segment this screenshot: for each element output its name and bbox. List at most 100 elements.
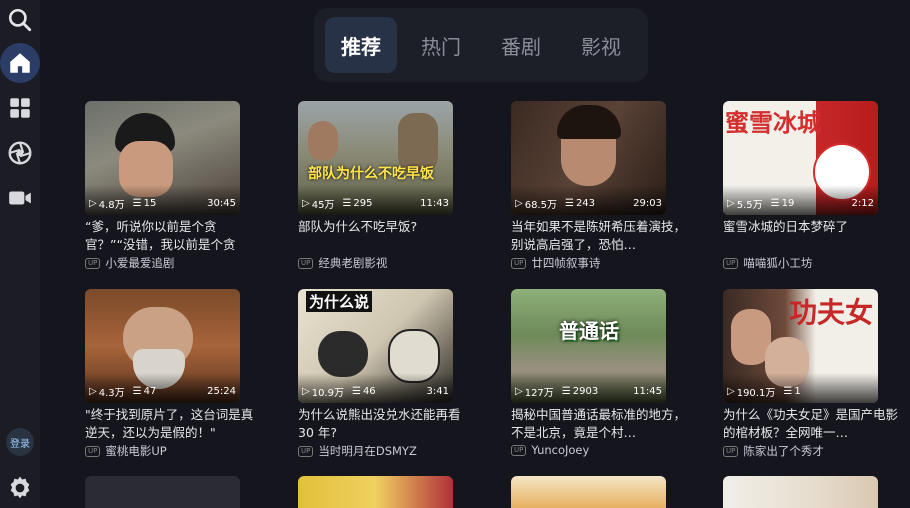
- video-thumbnail[interactable]: 功夫女 ▷ 190.1万 ☰ 1: [723, 289, 878, 403]
- danmaku-icon: ☰: [351, 385, 361, 397]
- danmaku-count: 295: [353, 197, 373, 209]
- thumbnail-caption: 蜜雪冰城: [725, 109, 821, 137]
- categories-button[interactable]: [0, 88, 40, 128]
- video-card[interactable]: 蜜雪冰城 ▷ 5.5万 ☰ 19 2:12 蜜雪冰城的日本梦碎了 UP 喵喵狐小工坊: [723, 101, 910, 271]
- video-title[interactable]: 为什么《功夫女足》是国产电影的棺材板？全网唯一…: [723, 406, 898, 442]
- danmaku-count: 47: [143, 385, 157, 397]
- gear-icon: [10, 476, 30, 499]
- up-badge-icon: UP: [85, 257, 101, 269]
- thumbnail-caption: 普通话: [559, 319, 619, 343]
- video-card[interactable]: 部队为什么不吃早饭 ▷ 45万 ☰ 295 11:43 部队为什么不吃早饭? UP 经…: [298, 101, 488, 271]
- danmaku-count: 2903: [572, 385, 599, 397]
- danmaku-icon: ☰: [783, 385, 793, 397]
- video-thumbnail[interactable]: [511, 476, 666, 508]
- tab-movies[interactable]: 影视: [565, 17, 637, 73]
- danmaku-count: 46: [362, 385, 376, 397]
- play-count-icon: ▷: [727, 385, 735, 397]
- play-count-icon: ▷: [302, 197, 310, 209]
- settings-button[interactable]: [0, 468, 40, 508]
- video-card[interactable]: ▷ 4.3万 ☰ 47 25:24 "终于找到原片了，这台词是真逆天，还以为是假的！…: [85, 289, 275, 459]
- search-button[interactable]: [0, 0, 40, 40]
- video-title[interactable]: 当年如果不是陈妍希压着演技，别说高启强了，恐怕…: [511, 218, 686, 254]
- duration: 25:24: [207, 385, 236, 397]
- danmaku-count: 1: [794, 385, 801, 397]
- up-badge-icon: UP: [511, 257, 527, 269]
- up-badge-icon: UP: [723, 445, 739, 457]
- duration: 2:12: [851, 197, 874, 209]
- tab-anime[interactable]: 番剧: [485, 17, 557, 73]
- home-icon: [10, 53, 30, 73]
- video-title[interactable]: "终于找到原片了，这台词是真逆天，还以为是假的！": [85, 406, 260, 442]
- video-thumbnail[interactable]: [298, 476, 453, 508]
- uploader-name[interactable]: YuncoJoey: [531, 443, 589, 457]
- danmaku-icon: ☰: [564, 197, 574, 209]
- duration: 29:03: [633, 197, 662, 209]
- view-count: 10.9万: [311, 387, 344, 399]
- view-count: 45万: [311, 199, 335, 211]
- trending-button[interactable]: [0, 133, 40, 173]
- play-count-icon: ▷: [89, 385, 97, 397]
- tab-hot[interactable]: 热门: [405, 17, 477, 73]
- play-count-icon: ▷: [89, 197, 97, 209]
- danmaku-icon: ☰: [342, 197, 352, 209]
- home-button[interactable]: [0, 43, 40, 83]
- video-title[interactable]: 揭秘中国普通话最标准的地方，不是北京，竟是个村…: [511, 406, 686, 442]
- video-card[interactable]: 功夫女 ▷ 190.1万 ☰ 1 为什么《功夫女足》是国产电影的棺材板？全网唯一… …: [723, 289, 910, 459]
- video-thumbnail[interactable]: ▷ 4.8万 ☰ 15 30:45: [85, 101, 240, 215]
- danmaku-icon: ☰: [770, 197, 780, 209]
- duration: 11:45: [633, 385, 662, 397]
- video-thumbnail[interactable]: [85, 476, 240, 508]
- view-count: 5.5万: [736, 199, 763, 211]
- up-badge-icon: UP: [298, 445, 314, 457]
- view-count: 68.5万: [524, 199, 557, 211]
- video-title[interactable]: 为什么说熊出没兑水还能再看 30 年?: [298, 406, 473, 442]
- tab-recommended[interactable]: 推荐: [325, 17, 397, 73]
- uploader-name[interactable]: 廿四帧叙事诗: [531, 255, 600, 271]
- video-title[interactable]: 部队为什么不吃早饭?: [298, 218, 473, 236]
- video-thumbnail[interactable]: 蜜雪冰城 ▷ 5.5万 ☰ 19 2:12: [723, 101, 878, 215]
- video-card[interactable]: ▷ 68.5万 ☰ 243 29:03 当年如果不是陈妍希压着演技，别说高启强了，恐…: [511, 101, 701, 271]
- thumbnail-caption: 为什么说: [306, 291, 373, 312]
- video-thumbnail[interactable]: 部队为什么不吃早饭 ▷ 45万 ☰ 295 11:43: [298, 101, 453, 215]
- view-count: 4.3万: [98, 387, 125, 399]
- thumbnail-caption: 部队为什么不吃早饭: [308, 166, 434, 182]
- video-title[interactable]: 蜜雪冰城的日本梦碎了: [723, 218, 898, 236]
- uploader-name[interactable]: 当时明月在DSMYZ: [318, 443, 416, 459]
- uploader-name[interactable]: 小爱最爱追剧: [105, 255, 174, 271]
- thumbnail-caption: 功夫女: [789, 296, 874, 329]
- video-thumbnail[interactable]: 普通话 ▷ 127万 ☰ 2903 11:45: [511, 289, 666, 403]
- duration: 30:45: [207, 197, 236, 209]
- view-count: 190.1万: [736, 387, 776, 399]
- category-tabs: 推荐 热门 番剧 影视: [314, 8, 648, 82]
- uploader-name[interactable]: 陈家出了个秀才: [743, 443, 824, 459]
- uploader-name[interactable]: 蜜桃电影UP: [105, 443, 166, 459]
- search-icon: [8, 8, 32, 32]
- video-thumbnail[interactable]: 为什么说 ▷ 10.9万 ☰ 46 3:41: [298, 289, 453, 403]
- uploader-name[interactable]: 喵喵狐小工坊: [743, 255, 812, 271]
- video-card[interactable]: 为什么说 ▷ 10.9万 ☰ 46 3:41 为什么说熊出没兑水还能再看 30 年?…: [298, 289, 488, 459]
- play-count-icon: ▷: [302, 385, 310, 397]
- duration: 3:41: [426, 385, 449, 397]
- danmaku-icon: ☰: [132, 197, 142, 209]
- aperture-icon: [8, 141, 32, 165]
- danmaku-count: 243: [575, 197, 596, 209]
- duration: 11:43: [420, 197, 449, 209]
- video-card[interactable]: 普通话 ▷ 127万 ☰ 2903 11:45 揭秘中国普通话最标准的地方，不是北京…: [511, 289, 701, 457]
- view-count: 127万: [524, 387, 554, 399]
- video-thumbnail[interactable]: ▷ 68.5万 ☰ 243 29:03: [511, 101, 666, 215]
- video-thumbnail[interactable]: ▷ 4.3万 ☰ 47 25:24: [85, 289, 240, 403]
- login-button[interactable]: 登录: [6, 428, 34, 456]
- up-badge-icon: UP: [298, 257, 314, 269]
- video-title[interactable]: “爹，听说你以前是个贪官？”“没错，我以前是个贪官，…: [85, 218, 260, 254]
- play-count-icon: ▷: [515, 385, 523, 397]
- video-thumbnail[interactable]: [723, 476, 878, 508]
- grid-icon: [10, 98, 30, 118]
- danmaku-count: 15: [143, 197, 157, 209]
- uploader-name[interactable]: 经典老剧影视: [318, 255, 387, 271]
- danmaku-icon: ☰: [561, 385, 571, 397]
- up-badge-icon: UP: [85, 445, 101, 457]
- live-button[interactable]: [0, 178, 40, 218]
- danmaku-icon: ☰: [132, 385, 142, 397]
- video-card[interactable]: ▷ 4.8万 ☰ 15 30:45 “爹，听说你以前是个贪官？”“没错，我以前是个贪…: [85, 101, 275, 271]
- view-count: 4.8万: [98, 199, 125, 211]
